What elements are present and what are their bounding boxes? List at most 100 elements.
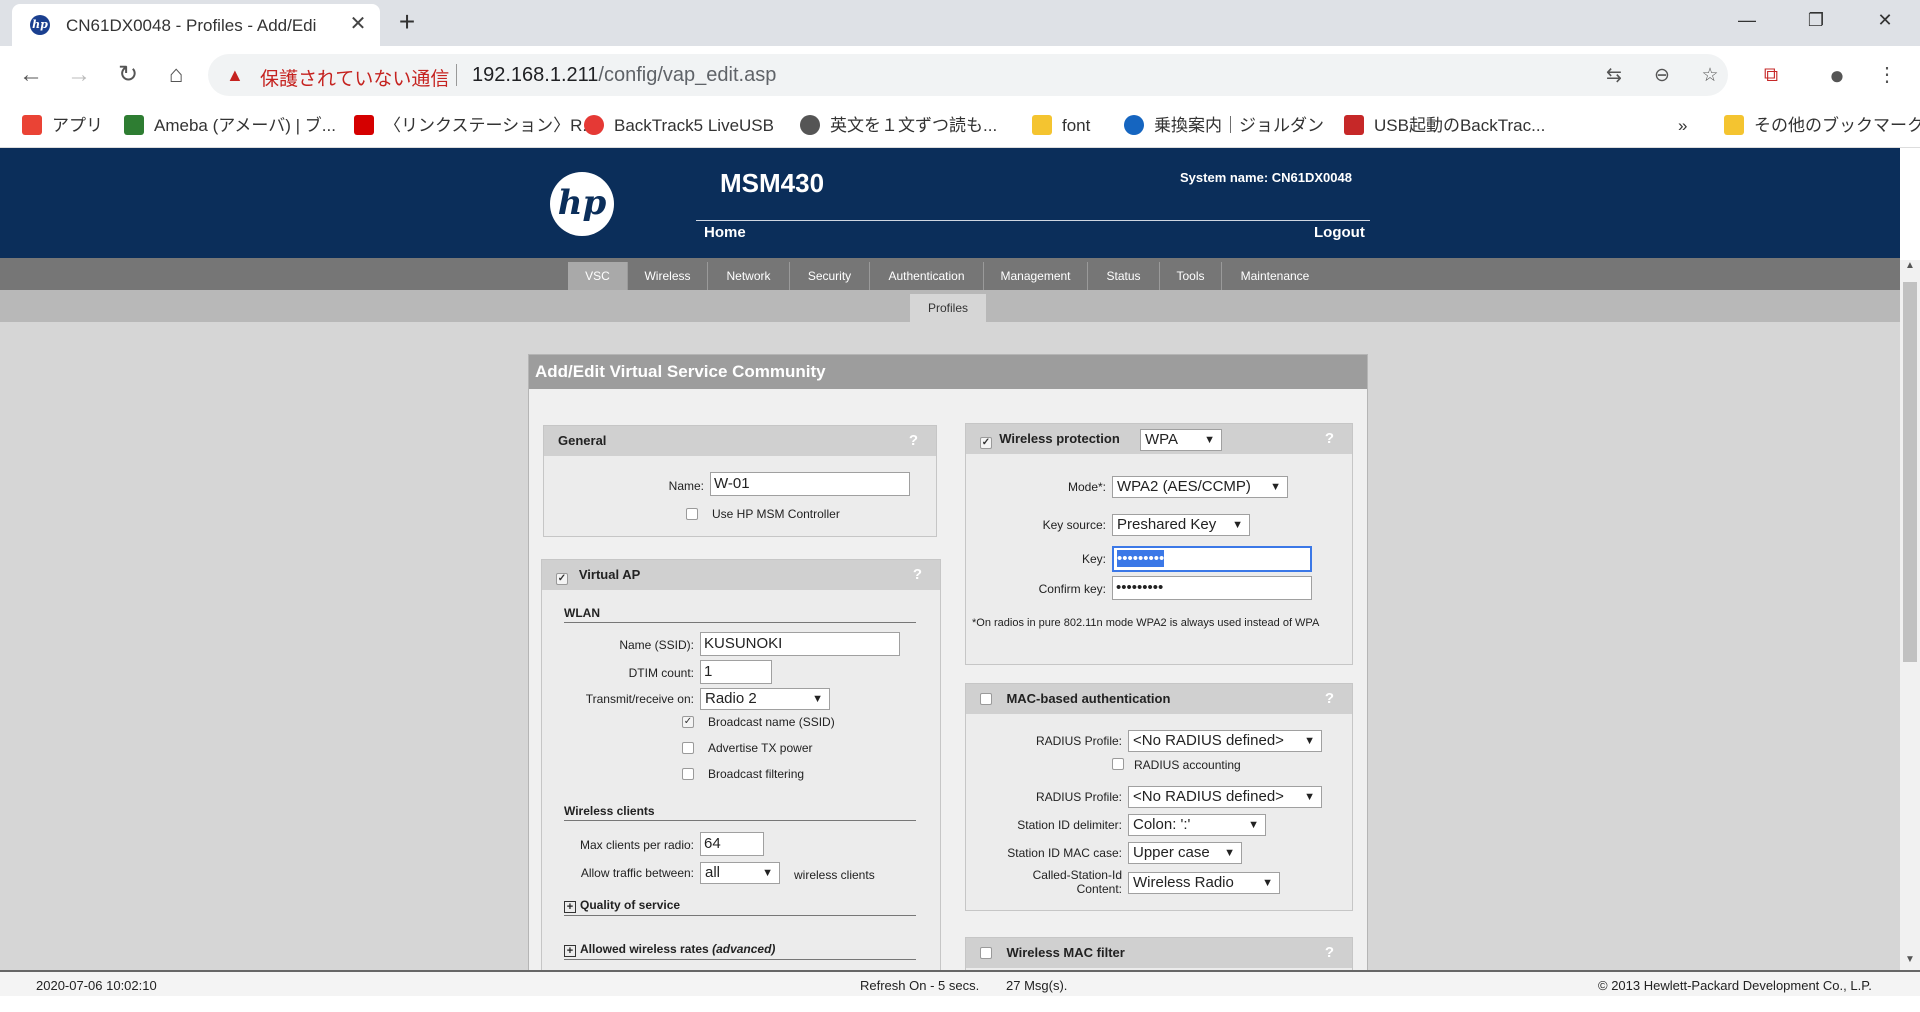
bookmark-apps[interactable]: アプリ <box>22 114 103 138</box>
restore-button[interactable]: ❐ <box>1793 6 1839 34</box>
radius-profile-2-select[interactable]: <No RADIUS defined> ▼ <box>1128 786 1322 808</box>
menu-tools[interactable]: Tools <box>1160 262 1222 290</box>
new-tab-button[interactable]: + <box>392 8 422 38</box>
menu-security[interactable]: Security <box>790 262 870 290</box>
tab-close-icon[interactable]: ✕ <box>344 10 372 38</box>
broadcast-filtering-checkbox[interactable] <box>682 768 694 780</box>
use-msm-checkbox[interactable] <box>686 508 698 520</box>
forward-arrow-icon[interactable]: → <box>62 58 96 92</box>
scroll-up-icon[interactable]: ▲ <box>1900 260 1920 276</box>
pdf-extension-icon[interactable]: ⧉ <box>1754 58 1788 92</box>
advertise-tx-checkbox[interactable] <box>682 742 694 754</box>
max-clients-label: Max clients per radio: <box>579 838 694 852</box>
menu-maintenance[interactable]: Maintenance <box>1222 262 1328 290</box>
key-input[interactable]: ••••••••• <box>1112 546 1312 572</box>
browser-tab[interactable]: hp CN61DX0048 - Profiles - Add/Edi ✕ <box>12 4 380 46</box>
dtim-input[interactable]: 1 <box>700 660 772 684</box>
address-bar[interactable]: ▲ 保護されていない通信 192.168.1.211/config/vap_ed… <box>208 54 1728 96</box>
name-input[interactable]: W-01 <box>710 472 910 496</box>
home-link[interactable]: Home <box>704 224 746 241</box>
bookmark-eibun[interactable]: 英文を１文ずつ読も... <box>800 114 997 138</box>
help-icon[interactable]: ? <box>909 426 918 456</box>
scroll-thumb[interactable] <box>1903 282 1917 662</box>
help-icon[interactable]: ? <box>1325 684 1334 714</box>
translate-icon[interactable]: ⇆ <box>1602 64 1626 88</box>
mac-auth-heading: MAC-based authentication? <box>966 684 1352 714</box>
logout-link[interactable]: Logout <box>1314 224 1365 241</box>
url-text[interactable]: 192.168.1.211/config/vap_edit.asp <box>472 64 776 87</box>
mac-filter-checkbox[interactable] <box>980 947 992 959</box>
menu-wireless[interactable]: Wireless <box>628 262 708 290</box>
ssid-input[interactable]: KUSUNOKI <box>700 632 900 656</box>
broadcast-name-checkbox[interactable]: ✓ <box>682 716 694 728</box>
mac-case-select[interactable]: Upper case ▼ <box>1128 842 1242 864</box>
bookmark-backtrack5[interactable]: BackTrack5 LiveUSB <box>584 114 774 138</box>
mac-auth-checkbox[interactable] <box>980 693 992 705</box>
max-clients-input[interactable]: 64 <box>700 832 764 856</box>
home-icon[interactable]: ⌂ <box>159 58 193 92</box>
qos-expander[interactable]: + Quality of service <box>564 898 916 916</box>
bookmark-star-icon[interactable]: ☆ <box>1698 64 1722 88</box>
profile-avatar-icon[interactable]: ● <box>1820 58 1854 92</box>
virtual-ap-section: ✓ Virtual AP? WLAN Name (SSID): KUSUNOKI… <box>541 559 941 970</box>
bookmark-linkstation[interactable]: 〈リンクステーション〉R... <box>354 114 597 138</box>
key-source-select[interactable]: Preshared Key ▼ <box>1112 514 1250 536</box>
reload-icon[interactable]: ↻ <box>111 58 145 92</box>
system-name: System name: CN61DX0048 <box>1180 170 1352 185</box>
menu-vsc[interactable]: VSC <box>568 262 628 290</box>
submenu-profiles[interactable]: Profiles <box>910 294 986 322</box>
help-icon[interactable]: ? <box>913 560 922 590</box>
virtual-ap-checkbox[interactable]: ✓ <box>556 573 568 585</box>
wireless-protection-section: ✓ Wireless protection? WPA ▼ Mode*: WPA2 … <box>965 423 1353 665</box>
hp-banner: hp MSM430 System name: CN61DX0048 Home L… <box>0 148 1900 258</box>
music-icon <box>584 115 604 135</box>
confirm-key-input[interactable]: ••••••••• <box>1112 576 1312 600</box>
wpa2-note: *On radios in pure 802.11n mode WPA2 is … <box>972 617 1320 629</box>
radius-profile-label: RADIUS Profile: <box>1035 734 1122 748</box>
other-bookmarks-label: その他のブックマーク <box>1754 116 1920 135</box>
expand-plus-icon: + <box>564 901 576 913</box>
radius-profile-select[interactable]: <No RADIUS defined> ▼ <box>1128 730 1322 752</box>
scroll-down-icon[interactable]: ▼ <box>1900 954 1920 970</box>
dropdown-arrow-icon: ▼ <box>1232 519 1243 531</box>
help-icon[interactable]: ? <box>1325 424 1334 454</box>
status-refresh: Refresh On - 5 secs. <box>860 978 980 993</box>
broadcast-filtering-label: Broadcast filtering <box>708 767 805 781</box>
radius-accounting-checkbox[interactable] <box>1112 758 1124 770</box>
mode-select[interactable]: WPA2 (AES/CCMP) ▼ <box>1112 476 1288 498</box>
status-messages[interactable]: 27 Msg(s). <box>1006 978 1067 993</box>
zoom-icon[interactable]: ⊖ <box>1650 64 1674 88</box>
key-value: ••••••••• <box>1117 550 1165 567</box>
dropdown-arrow-icon: ▼ <box>812 693 823 705</box>
mac-auth-section: MAC-based authentication? RADIUS Profile… <box>965 683 1353 911</box>
page-content: hp MSM430 System name: CN61DX0048 Home L… <box>0 148 1900 970</box>
bookmarks-overflow-chevron[interactable]: » <box>1678 114 1687 138</box>
help-icon[interactable]: ? <box>1325 938 1334 968</box>
other-bookmarks[interactable]: その他のブックマーク <box>1724 114 1920 138</box>
wireless-protection-checkbox[interactable]: ✓ <box>980 437 992 449</box>
page-scrollbar[interactable]: ▲ ▼ <box>1900 260 1920 970</box>
menu-management[interactable]: Management <box>984 262 1088 290</box>
menu-authentication[interactable]: Authentication <box>870 262 984 290</box>
menu-network[interactable]: Network <box>708 262 790 290</box>
called-station-select[interactable]: Wireless Radio ▼ <box>1128 872 1280 894</box>
status-bar: 2020-07-06 10:02:10 Refresh On - 5 secs.… <box>0 970 1920 1012</box>
minimize-button[interactable]: — <box>1724 6 1770 34</box>
allow-traffic-select[interactable]: all ▼ <box>700 862 780 884</box>
dropdown-arrow-icon: ▼ <box>762 867 773 879</box>
jorudan-icon <box>1124 115 1144 135</box>
allow-traffic-label: Allow traffic between: <box>580 866 694 880</box>
txrx-select[interactable]: Radio 2 ▼ <box>700 688 830 710</box>
bookmark-jorudan[interactable]: 乗換案内｜ジョルダン <box>1124 114 1324 138</box>
back-arrow-icon[interactable]: ← <box>14 58 48 92</box>
bookmark-ameba[interactable]: Ameba (アメーバ) | ブ... <box>124 114 336 138</box>
bookmark-usb-backtrack[interactable]: USB起動のBackTrac... <box>1344 114 1545 138</box>
rates-expander[interactable]: + Allowed wireless rates (advanced) <box>564 942 916 960</box>
close-window-button[interactable]: ✕ <box>1862 6 1908 34</box>
mac-filter-title: Wireless MAC filter <box>1006 945 1125 960</box>
bookmark-font[interactable]: font <box>1032 114 1090 138</box>
station-delimiter-select[interactable]: Colon: ':' ▼ <box>1128 814 1266 836</box>
protection-type-select[interactable]: WPA ▼ <box>1140 429 1222 451</box>
more-menu-icon[interactable]: ⋮ <box>1870 58 1904 92</box>
menu-status[interactable]: Status <box>1088 262 1160 290</box>
